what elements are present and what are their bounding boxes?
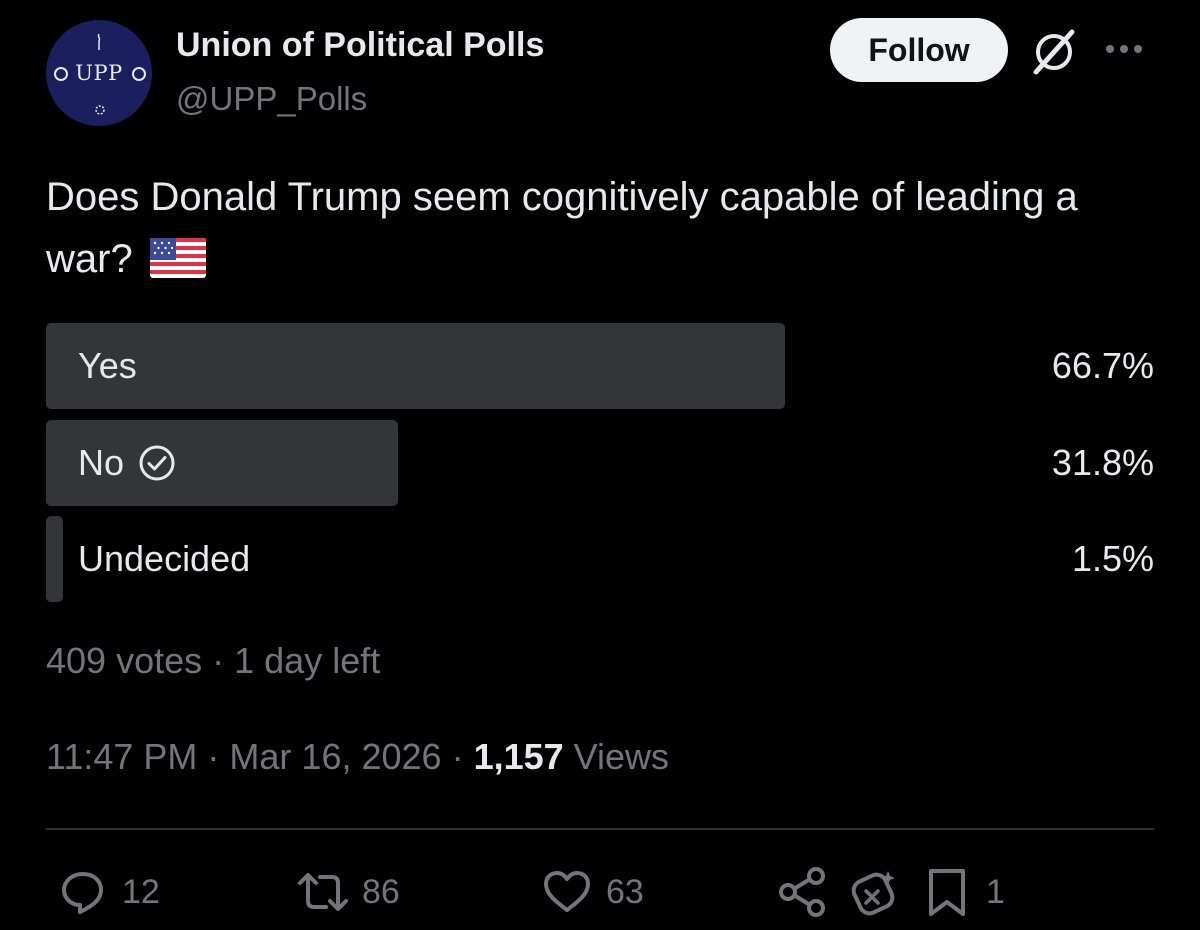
grok-analyze-button[interactable] xyxy=(848,864,902,920)
vote-count: 409 votes xyxy=(46,640,203,681)
poll-option-yes[interactable]: Yes xyxy=(78,323,137,409)
post-text: Does Donald Trump seem cognitively capab… xyxy=(46,166,1146,290)
repost-button[interactable]: 86 xyxy=(296,864,400,920)
flag-us-icon xyxy=(149,238,206,278)
like-count: 63 xyxy=(606,872,644,911)
poll-percent-yes: 66.7% xyxy=(1051,345,1154,386)
poll-option-label: Undecided xyxy=(78,538,251,579)
grok-icon[interactable] xyxy=(1028,26,1080,78)
reply-button[interactable]: 12 xyxy=(56,864,160,920)
more-icon[interactable] xyxy=(1098,38,1150,60)
follow-button[interactable]: Follow xyxy=(830,18,1008,82)
share-icon xyxy=(779,867,825,917)
post-meta: 11:47 PM · Mar 16, 2026 · 1,157 Views xyxy=(46,736,670,777)
check-circle-icon xyxy=(139,445,175,481)
avatar[interactable]: UPP xyxy=(46,20,152,126)
poll-meta: 409 votes · 1 day left xyxy=(46,640,381,681)
poll-option-no[interactable]: No xyxy=(78,420,176,506)
poll-option-label: Yes xyxy=(78,345,137,386)
poll-percent-no: 31.8% xyxy=(1051,442,1154,483)
bookmark-button[interactable]: 1 xyxy=(920,864,1005,920)
view-count: 1,157 xyxy=(473,736,564,777)
avatar-dot-icon xyxy=(54,67,68,81)
handle[interactable]: @UPP_Polls xyxy=(176,80,367,118)
share-button[interactable] xyxy=(776,864,830,920)
repost-count: 86 xyxy=(362,872,400,911)
post-time[interactable]: 11:47 PM xyxy=(46,736,197,777)
emblem-icon xyxy=(95,105,105,115)
bookmark-count: 1 xyxy=(986,872,1005,911)
repost-icon xyxy=(298,873,348,911)
torch-icon xyxy=(97,34,101,50)
grok-analyze-icon xyxy=(851,871,895,916)
poll-bar-undecided xyxy=(46,516,63,602)
poll-percent-undecided: 1.5% xyxy=(1071,538,1154,579)
like-button[interactable]: 63 xyxy=(540,864,644,920)
poll-option-undecided[interactable]: Undecided xyxy=(78,516,250,602)
poll-bar-yes xyxy=(46,323,785,409)
poll-option-label: No xyxy=(78,442,125,483)
post-date[interactable]: Mar 16, 2026 xyxy=(229,736,441,777)
divider xyxy=(46,828,1154,830)
avatar-dot-icon xyxy=(132,67,146,81)
reply-icon xyxy=(62,872,103,914)
avatar-logo-text: UPP xyxy=(75,61,123,85)
reply-count: 12 xyxy=(122,872,160,911)
time-left: 1 day left xyxy=(234,640,381,681)
like-icon xyxy=(544,871,590,912)
bookmark-icon xyxy=(929,869,965,916)
display-name[interactable]: Union of Political Polls xyxy=(176,26,544,65)
views-label: Views xyxy=(573,736,670,777)
